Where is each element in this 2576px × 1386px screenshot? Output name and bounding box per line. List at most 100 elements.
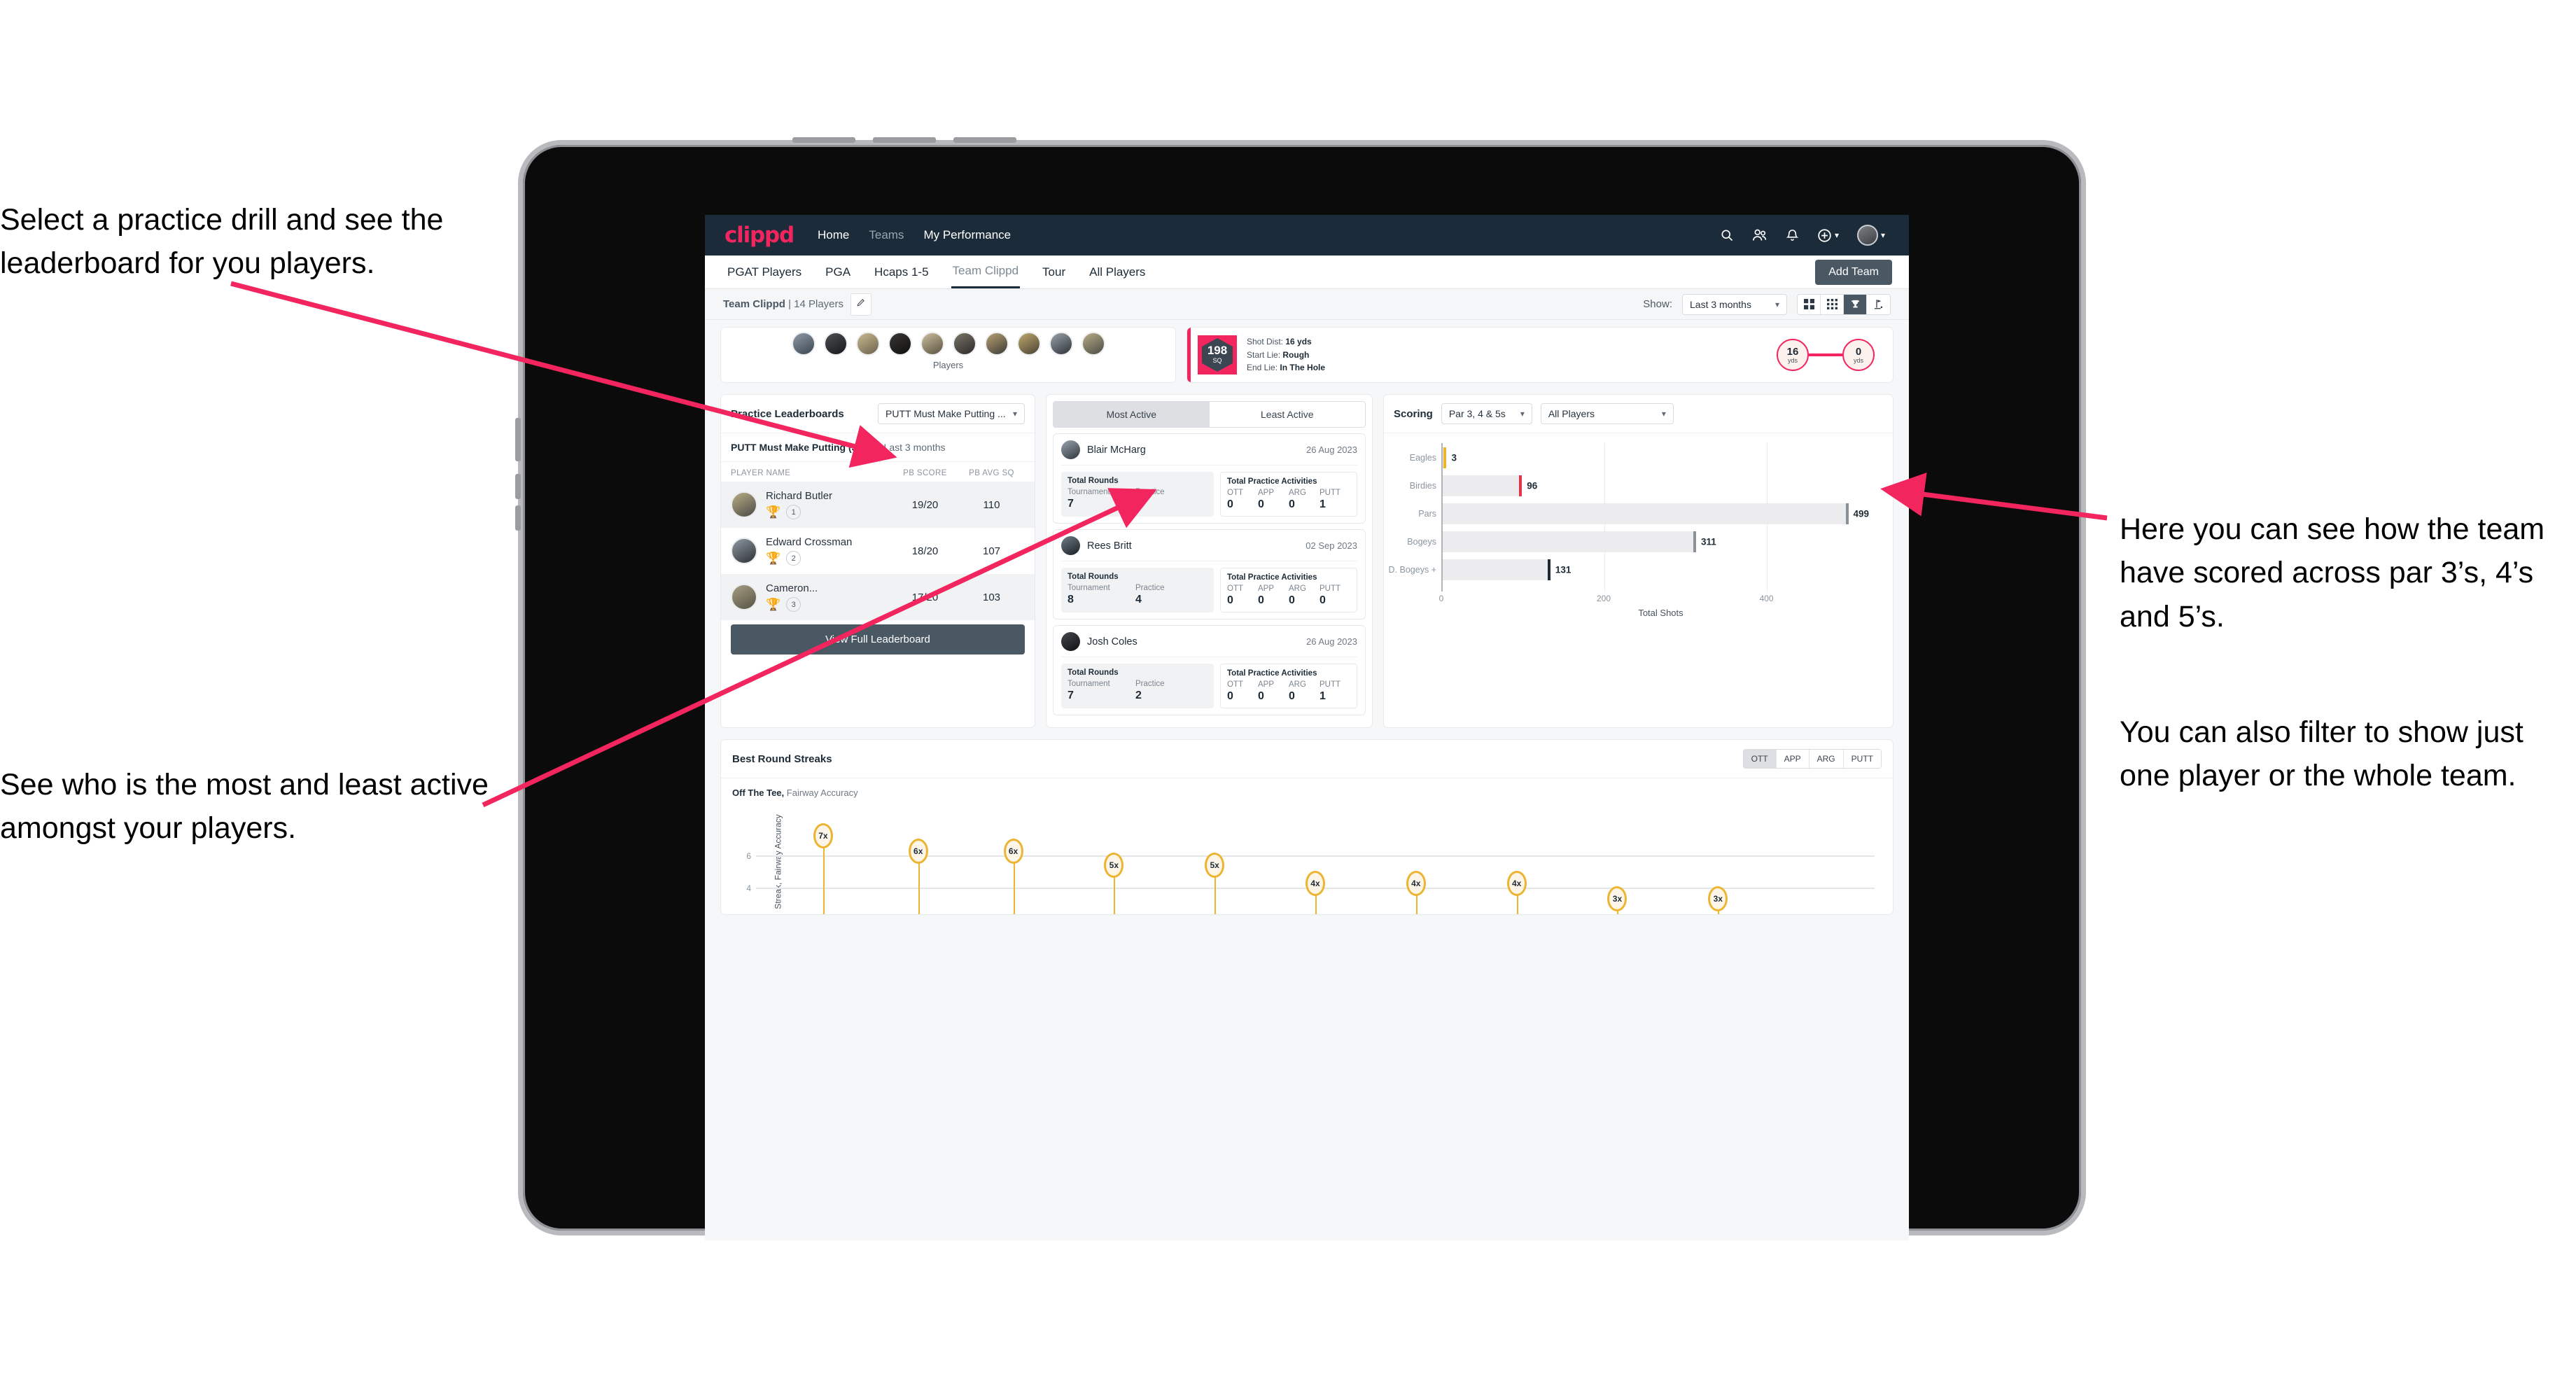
- column-pb-avg-sq: PB AVG SQ: [969, 469, 1014, 477]
- bar-double-bogeys-plus: D. Bogeys + 131: [1389, 559, 1571, 580]
- shot-dist-value: 16 yds: [1285, 337, 1312, 347]
- table-row[interactable]: Richard Butler 🏆 1 19/20 110: [721, 482, 1035, 528]
- activities-values: OTT 0 APP 0 ARG 0 PUTT 1: [1227, 680, 1350, 703]
- grid-small-icon[interactable]: [1821, 294, 1844, 314]
- segment-app[interactable]: APP: [1776, 750, 1809, 768]
- rounds-values: Tournament 7 Practice 6: [1068, 488, 1208, 510]
- end-lie-line: End Lie: In The Hole: [1247, 361, 1325, 374]
- player-block: Edward Crossman 🏆 2: [766, 536, 892, 566]
- segment-putt[interactable]: PUTT: [1843, 750, 1881, 768]
- act-key-ott: OTT: [1227, 680, 1243, 689]
- x-tick: 0: [1438, 594, 1444, 603]
- act-key-app: APP: [1258, 489, 1275, 497]
- player-avatar[interactable]: [888, 332, 912, 356]
- column-pb-score: PB SCORE: [903, 469, 947, 477]
- player-avatar[interactable]: [1081, 332, 1105, 356]
- show-label: Show:: [1643, 298, 1672, 310]
- lollipop-bubble[interactable]: 3x: [1708, 886, 1728, 911]
- streaks-segment-group: OTT APP ARG PUTT: [1742, 749, 1882, 769]
- clippd-logo[interactable]: clippd: [724, 223, 794, 248]
- act-value-putt: 0: [1320, 594, 1326, 606]
- rounds-value-practice: 6: [1135, 498, 1142, 510]
- tab-pga[interactable]: PGA: [824, 257, 852, 288]
- player-avatar[interactable]: [791, 332, 816, 356]
- lollipop-bubble[interactable]: 4x: [1406, 871, 1426, 896]
- lollipop-bubble[interactable]: 7x: [813, 823, 833, 848]
- player-avatar[interactable]: [952, 332, 976, 356]
- sq-value: 198: [1207, 344, 1228, 358]
- people-icon[interactable]: [1752, 228, 1768, 242]
- shot-dist-label: Shot Dist:: [1247, 337, 1284, 347]
- nav-link-my-performance[interactable]: My Performance: [923, 228, 1011, 242]
- lollipop-bubble[interactable]: 5x: [1205, 853, 1225, 878]
- act-value-app: 0: [1258, 690, 1264, 702]
- bar-cap: [1519, 475, 1522, 496]
- segment-ott[interactable]: OTT: [1743, 750, 1777, 768]
- search-icon[interactable]: [1720, 228, 1734, 242]
- activities-values: OTT 0 APP 0 ARG 0 PUTT 1: [1227, 489, 1350, 511]
- lollipop-bubble[interactable]: 5x: [1104, 853, 1124, 878]
- segment-arg[interactable]: ARG: [1809, 750, 1844, 768]
- add-team-button[interactable]: Add Team: [1815, 260, 1892, 285]
- list-item[interactable]: Josh Coles 26 Aug 2023 Total Rounds Tour…: [1053, 625, 1366, 715]
- lollipop-bubble[interactable]: 6x: [908, 839, 928, 864]
- lollipop-stem: [822, 844, 825, 914]
- tab-pgat-players[interactable]: PGAT Players: [726, 257, 803, 288]
- player-avatar[interactable]: [855, 332, 880, 356]
- grid-large-icon[interactable]: [1798, 294, 1821, 314]
- annotation-bottom-left: See who is the most and least active amo…: [0, 768, 489, 846]
- table-row[interactable]: Edward Crossman 🏆 2 18/20 107: [721, 528, 1035, 574]
- tab-all-players[interactable]: All Players: [1088, 257, 1147, 288]
- leaderboard-subtitle: PUTT Must Make Putting (3-6 ft), Last 3 …: [721, 433, 1035, 462]
- lollipop-bubble[interactable]: 6x: [1003, 839, 1023, 864]
- par-select[interactable]: Par 3, 4 & 5s ▾: [1441, 403, 1532, 424]
- act-key-putt: PUTT: [1320, 680, 1341, 689]
- dashboard-content: Players 198 SQ Shot Dist: 16 yds Start L…: [705, 320, 1909, 1240]
- tab-team-clippd[interactable]: Team Clippd: [951, 255, 1021, 288]
- flag-icon[interactable]: [1867, 294, 1890, 314]
- pb-avg-sq-value: 103: [982, 591, 1001, 603]
- nav-link-home[interactable]: Home: [818, 228, 849, 242]
- activity-card-body: Total Rounds Tournament 7 Practice 2 Total…: [1061, 664, 1357, 708]
- activity-date: 26 Aug 2023: [1306, 636, 1357, 647]
- bar-fill: [1443, 475, 1521, 496]
- list-item[interactable]: Blair McHarg 26 Aug 2023 Total Rounds To…: [1053, 433, 1366, 524]
- date-range-select[interactable]: Last 3 months ▾: [1682, 293, 1787, 315]
- bar-fill: [1443, 531, 1695, 552]
- bell-icon[interactable]: [1786, 228, 1799, 242]
- lollipop-plot-area: 6 4 7x 6x 6x 5x 5x 4x 4x 4x 3x 3x: [746, 809, 1875, 914]
- chart-x-axis: 0 200 400: [1438, 592, 1880, 606]
- avatar[interactable]: ▾: [1856, 225, 1885, 246]
- list-item[interactable]: Rees Britt 02 Sep 2023 Total Rounds Tour…: [1053, 529, 1366, 620]
- lollipop-bubble[interactable]: 4x: [1306, 871, 1325, 896]
- y-tick: 4: [746, 883, 751, 893]
- view-full-leaderboard-button[interactable]: View Full Leaderboard: [731, 624, 1025, 654]
- player-avatar[interactable]: [920, 332, 944, 356]
- act-value-putt: 1: [1320, 498, 1326, 510]
- player-filter-select[interactable]: All Players ▾: [1540, 403, 1674, 424]
- player-avatar[interactable]: [1016, 332, 1041, 356]
- nav-link-teams[interactable]: Teams: [869, 228, 904, 242]
- chevron-down-icon: ▾: [1834, 230, 1839, 240]
- distance-start-value: 16: [1786, 345, 1799, 358]
- table-row[interactable]: Cameron... 🏆 3 17/20 103: [721, 574, 1035, 620]
- trophy-icon[interactable]: [1844, 294, 1867, 314]
- player-avatar[interactable]: [823, 332, 848, 356]
- act-value-ott: 0: [1227, 498, 1233, 510]
- edit-team-button[interactable]: [850, 293, 872, 316]
- plus-circle-icon[interactable]: ▾: [1817, 228, 1839, 243]
- drill-select[interactable]: PUTT Must Make Putting ... ▾: [878, 403, 1025, 424]
- lollipop-bubble[interactable]: 4x: [1506, 871, 1527, 896]
- chevron-down-icon: ▾: [1661, 409, 1666, 419]
- lollipop-bubble[interactable]: 3x: [1607, 886, 1628, 911]
- y-tick: 6: [746, 851, 751, 861]
- tab-least-active[interactable]: Least Active: [1209, 402, 1365, 427]
- chart-x-axis-title: Total Shots: [1638, 608, 1684, 618]
- chevron-down-icon: ▾: [1520, 409, 1525, 419]
- tab-tour[interactable]: Tour: [1041, 257, 1067, 288]
- tab-most-active[interactable]: Most Active: [1054, 402, 1210, 427]
- row-middle: Practice Leaderboards PUTT Must Make Put…: [720, 394, 1893, 728]
- player-avatar[interactable]: [984, 332, 1009, 356]
- player-avatar[interactable]: [1049, 332, 1073, 356]
- tab-hcaps-1-5[interactable]: Hcaps 1-5: [873, 257, 930, 288]
